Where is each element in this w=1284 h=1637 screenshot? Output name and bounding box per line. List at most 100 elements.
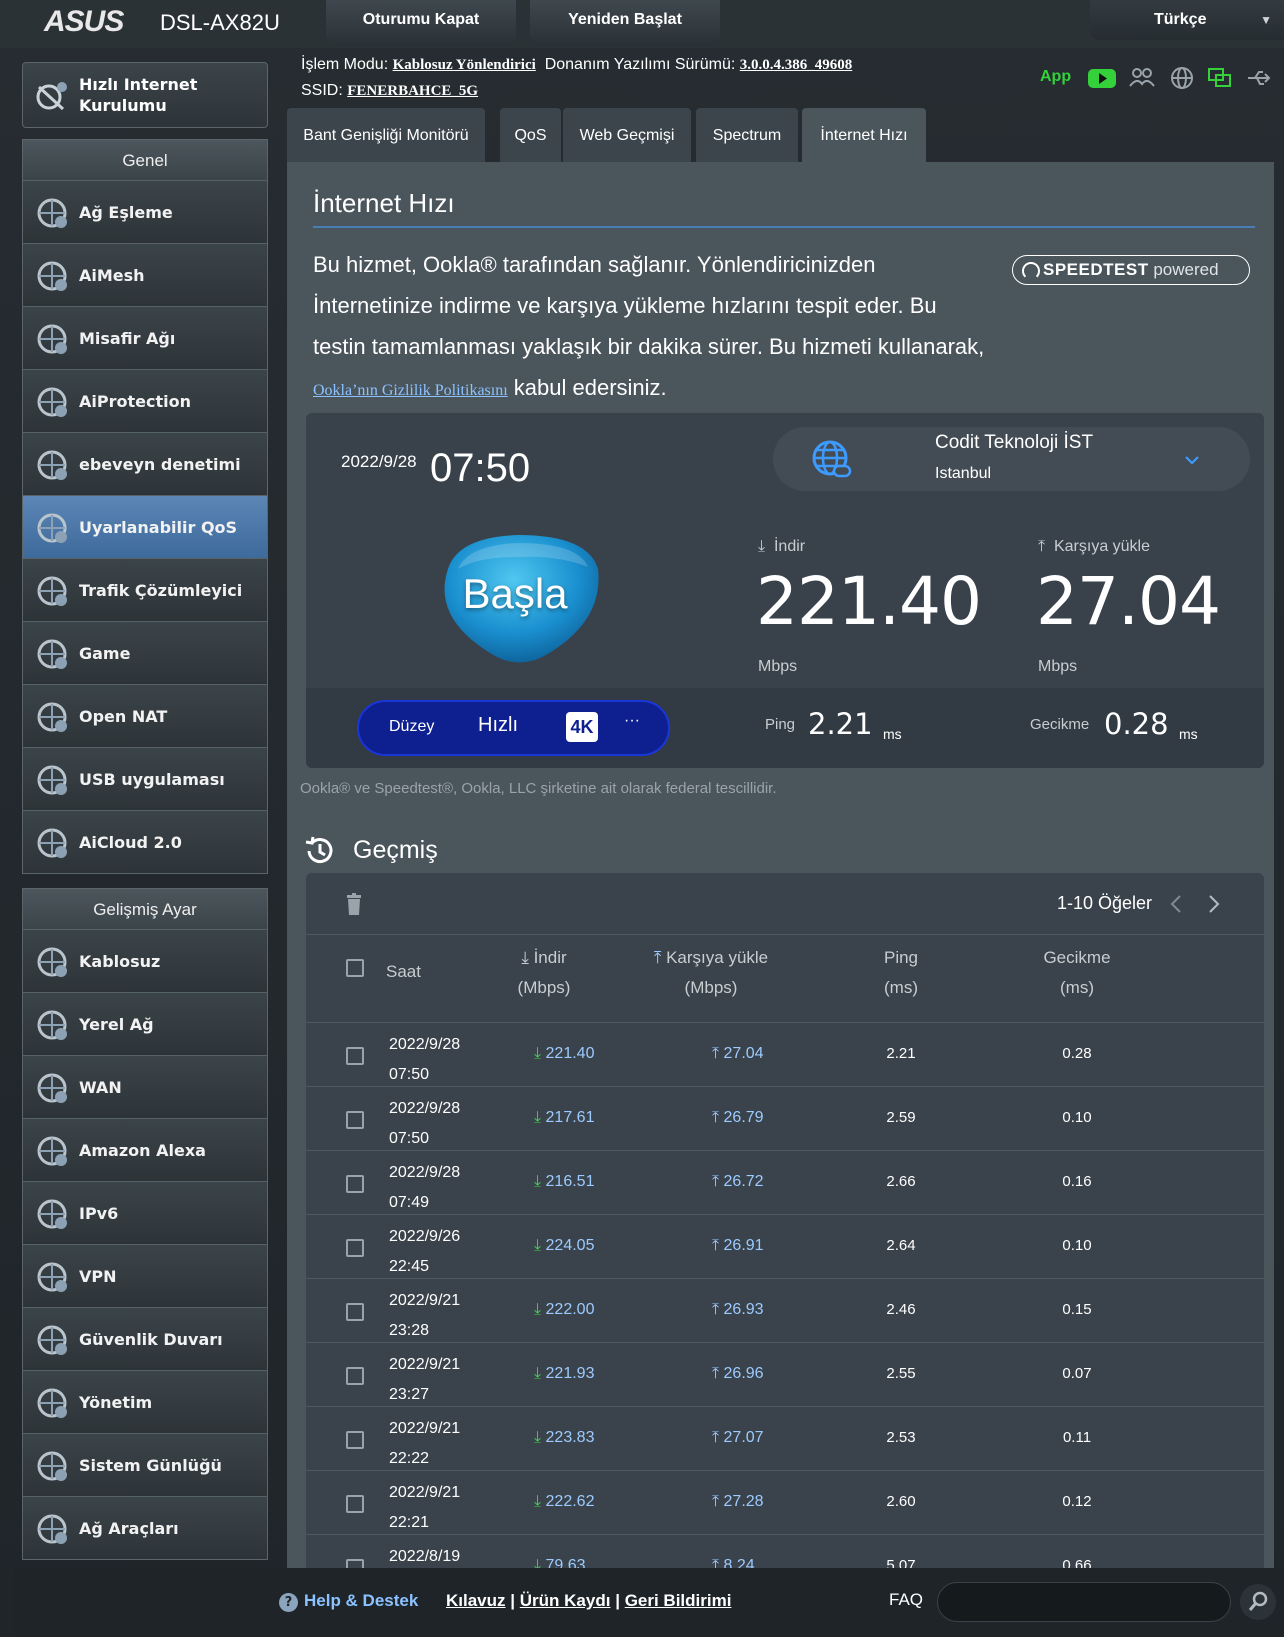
sidebar-item-cloud[interactable]: AiCloud 2.0 [23, 810, 267, 873]
sidebar-item-ipv6[interactable]: IPv6 [23, 1181, 267, 1244]
sidebar-item-label: Misafir Ağı [79, 328, 176, 348]
row-upload: ⤒ 26.91 [712, 1237, 764, 1255]
quick-setup-icon [36, 82, 67, 111]
sidebar-item-label: Open NAT [79, 706, 168, 726]
row-checkbox[interactable] [346, 1111, 364, 1129]
row-ping: 2.60 [886, 1493, 916, 1510]
mode-4k-option[interactable]: 4K [566, 712, 598, 742]
sidebar-item-shield[interactable]: AiProtection [23, 369, 267, 432]
sidebar-item-globe[interactable]: WAN [23, 1055, 267, 1118]
restart-button[interactable]: Yeniden Başlat [530, 0, 720, 42]
ssid-label: SSID: [301, 82, 343, 99]
lan-status-icon[interactable] [1206, 64, 1234, 92]
tab-web-history[interactable]: Web Geçmişi [563, 108, 691, 162]
sidebar-item-vpn[interactable]: VPN [23, 1244, 267, 1307]
history-icon [305, 836, 333, 864]
col-ping-unit: (ms) [884, 978, 918, 997]
ssid-link[interactable]: FENERBAHCE_5G [347, 83, 478, 99]
sidebar-item-traffic-analyzer[interactable]: Trafik Çözümleyici [23, 558, 267, 621]
tab-bandwidth-monitor[interactable]: Bant Genişliği Monitörü [287, 108, 485, 162]
row-upload: ⤒ 26.93 [712, 1301, 764, 1319]
clients-icon[interactable] [1128, 64, 1156, 92]
row-jitter: 0.66 [1062, 1557, 1092, 1568]
globe-icon [37, 1073, 67, 1103]
internet-status-icon[interactable] [1168, 64, 1196, 92]
firmware-link[interactable]: 3.0.0.4.386_49608 [740, 57, 853, 73]
help-support-label: Help & Destek [304, 1591, 419, 1610]
row-checkbox[interactable] [346, 1495, 364, 1513]
server-globe-icon [812, 440, 852, 478]
manual-link[interactable]: Kılavuz [446, 1591, 506, 1610]
faq-search-input[interactable] [937, 1582, 1231, 1622]
row-checkbox[interactable] [346, 1367, 364, 1385]
trash-icon[interactable] [346, 893, 362, 915]
row-datetime: 2022/9/21 22:21 [389, 1478, 460, 1538]
sidebar-item-network-tools[interactable]: Ağ Araçları [23, 1496, 267, 1559]
usb-status-icon[interactable] [1245, 64, 1273, 92]
sidebar-item-lan[interactable]: Yerel Ağ [23, 992, 267, 1055]
sidebar-item-gamepad[interactable]: Game [23, 621, 267, 684]
col-download-label: İndir [533, 948, 567, 967]
sidebar-item-firewall[interactable]: Güvenlik Duvarı [23, 1307, 267, 1370]
tab-spectrum[interactable]: Spectrum [696, 108, 798, 162]
logout-button[interactable]: Oturumu Kapat [326, 0, 516, 42]
col-jitter-header: Gecikme (ms) [1022, 943, 1132, 1003]
description-text: Bu hizmet, Ookla® tarafından sağlanır. Y… [313, 252, 985, 359]
sidebar-item-system-log[interactable]: Sistem Günlüğü [23, 1433, 267, 1496]
chevron-right-icon[interactable] [1206, 893, 1222, 915]
sidebar-item-speedometer[interactable]: Uyarlanabilir QoS [23, 495, 267, 558]
row-upload-value: 26.72 [723, 1173, 764, 1190]
tab-internet-speed[interactable]: İnternet Hızı [802, 108, 926, 162]
download-label-text: İndir [773, 538, 806, 555]
youtube-icon[interactable] [1088, 64, 1116, 92]
aimesh-icon [37, 261, 67, 291]
system-log-icon [37, 1451, 67, 1481]
language-select[interactable]: Türkçe ▼ [1090, 0, 1284, 40]
sidebar-item-guest-network[interactable]: Misafir Ağı [23, 306, 267, 369]
privacy-policy-link[interactable]: Ookla’nın Gizlilik Politikasını [313, 382, 508, 399]
top-bar: ASUS DSL-AX82U Oturumu Kapat Yeniden Baş… [0, 0, 1284, 48]
asus-logo[interactable]: ASUS [44, 7, 144, 37]
row-upload: ⤒ 27.04 [712, 1045, 764, 1063]
row-upload-value: 26.96 [723, 1365, 764, 1382]
row-jitter: 0.11 [1062, 1429, 1092, 1446]
select-all-checkbox[interactable] [346, 959, 364, 977]
history-table: 1-10 Öğeler Saat ⤓ İndir (Mbps) ⤒ Karşıya… [306, 873, 1264, 1568]
title-divider [313, 226, 1255, 228]
sidebar-item-network-map[interactable]: Ağ Eşleme [23, 180, 267, 243]
row-checkbox[interactable] [346, 1239, 364, 1257]
wireless-icon [37, 947, 67, 977]
chevron-left-icon[interactable] [1168, 893, 1184, 915]
service-description: Bu hizmet, Ookla® tarafından sağlanır. Y… [313, 244, 993, 411]
mode-more-option[interactable]: ··· [624, 712, 640, 730]
app-label[interactable]: App [1040, 68, 1071, 86]
sidebar-item-label: VPN [79, 1266, 117, 1286]
table-row: 2022/9/28 07:49 ⤓ 216.51 ⤒ 26.72 2.66 0.16 [306, 1150, 1264, 1217]
sidebar-item-open-nat[interactable]: Open NAT [23, 684, 267, 747]
help-icon: ? [279, 1593, 298, 1612]
sidebar-item-label: Sistem Günlüğü [79, 1455, 222, 1475]
row-checkbox[interactable] [346, 1047, 364, 1065]
sidebar-item-alexa[interactable]: Amazon Alexa [23, 1118, 267, 1181]
tab-qos[interactable]: QoS [500, 108, 561, 162]
feedback-link[interactable]: Geri Bildirimi [625, 1591, 732, 1610]
sidebar-item-wireless[interactable]: Kablosuz [23, 929, 267, 992]
chevron-down-icon[interactable] [1184, 452, 1200, 468]
sidebar-item-aimesh[interactable]: AiMesh [23, 243, 267, 306]
quick-internet-setup-button[interactable]: Hızlı Internet Kurulumu [22, 62, 268, 128]
row-checkbox[interactable] [346, 1559, 364, 1568]
mode-fast-option[interactable]: Hızlı [478, 714, 518, 737]
registration-link[interactable]: Ürün Kaydı [520, 1591, 611, 1610]
row-checkbox[interactable] [346, 1175, 364, 1193]
operation-mode-link[interactable]: Kablosuz Yönlendirici [393, 57, 536, 73]
sidebar-item-usb[interactable]: USB uygulaması [23, 747, 267, 810]
sidebar-item-parental-control[interactable]: ebeveyn denetimi [23, 432, 267, 495]
lan-icon [37, 1010, 67, 1040]
row-checkbox[interactable] [346, 1303, 364, 1321]
search-icon[interactable] [1240, 1584, 1276, 1620]
test-time: 07:50 [430, 446, 531, 490]
sidebar-item-administration[interactable]: Yönetim [23, 1370, 267, 1433]
link-separator: | [615, 1591, 620, 1610]
row-checkbox[interactable] [346, 1431, 364, 1449]
start-label[interactable]: Başla [428, 570, 602, 618]
